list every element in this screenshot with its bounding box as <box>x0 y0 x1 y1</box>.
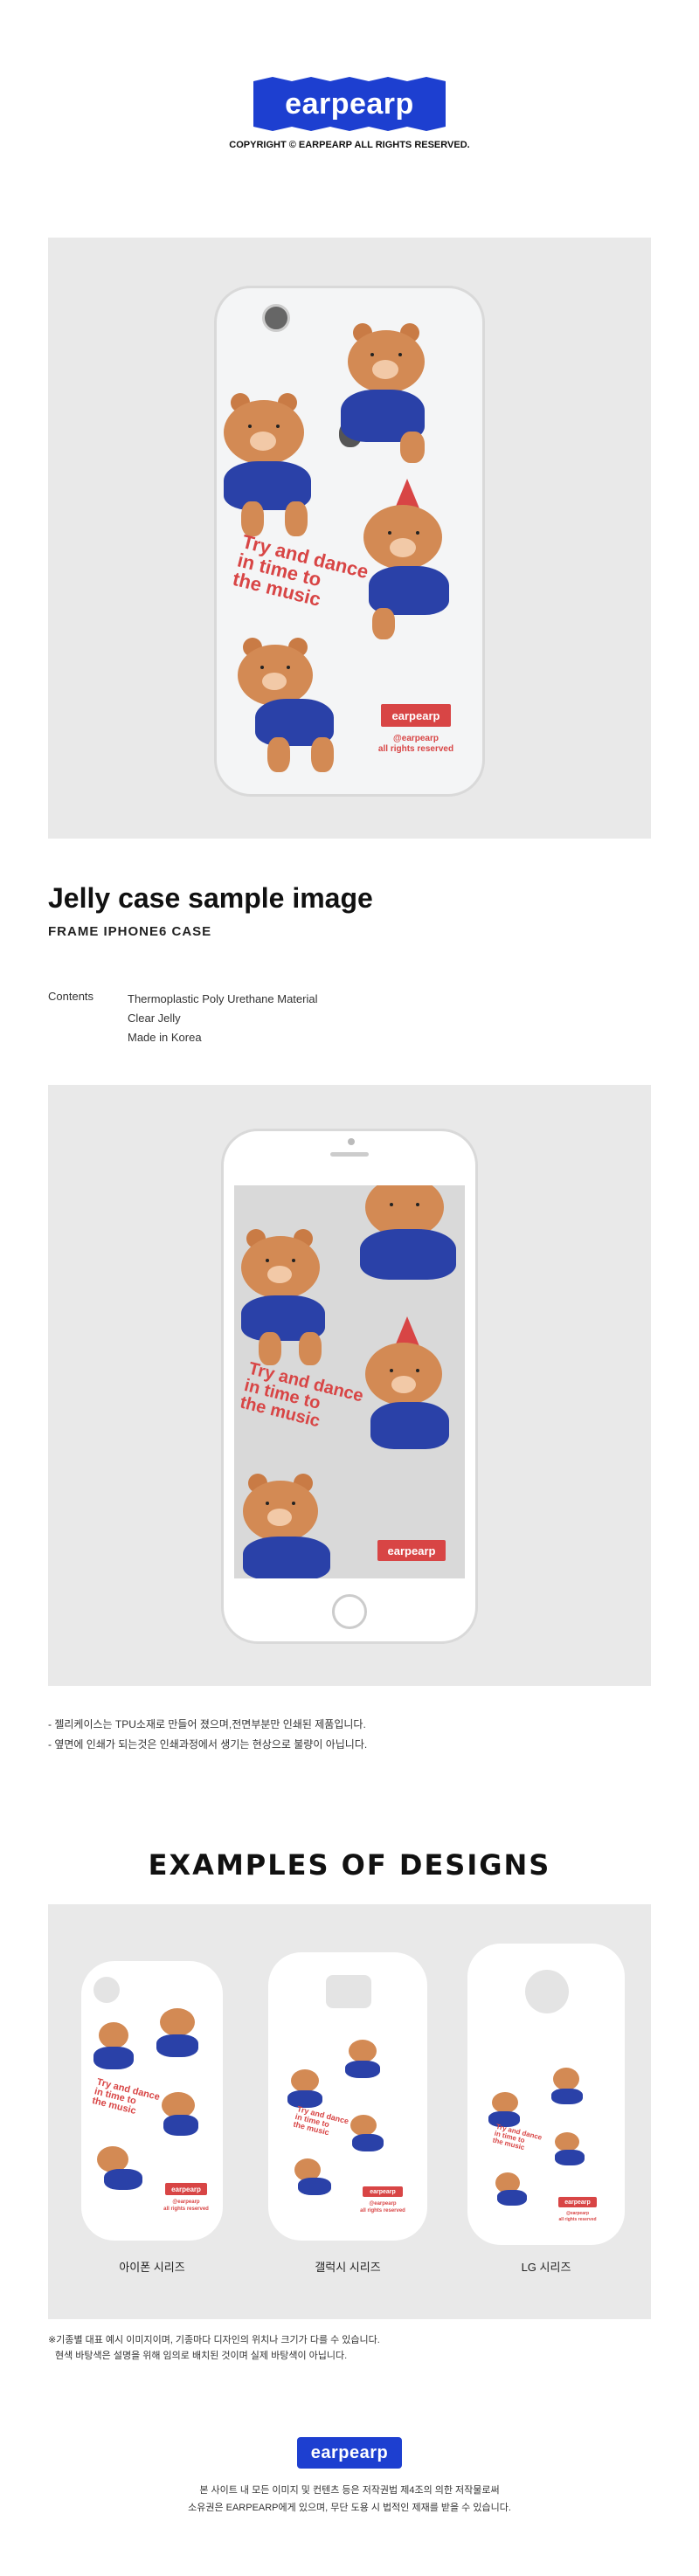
bear-illustration <box>160 2008 195 2036</box>
case-brand-logo: earpearp <box>558 2197 597 2207</box>
footer-logo: earpearp <box>297 2437 402 2469</box>
bear-shirt <box>156 2034 198 2057</box>
artwork-slogan: Try and dance in time to the music <box>293 2104 350 2141</box>
bear-shirt <box>93 2047 134 2069</box>
contents-item: Thermoplastic Poly Urethane Material <box>128 992 318 1005</box>
camera-cutout-icon <box>326 1975 371 2008</box>
example-label-galaxy: 갤럭시 시리즈 <box>315 2261 381 2274</box>
bear-shirt <box>298 2178 331 2195</box>
footer-text: 소유권은 EARPEARP에게 있으며, 무단 도용 시 법적인 제재를 받을 … <box>188 2503 511 2513</box>
case-credit-line: @earpearp <box>393 734 439 743</box>
artwork-slogan: Try and dance in time to the music <box>91 2077 161 2122</box>
example-label-lg: LG 시리즈 <box>521 2261 571 2274</box>
case-brand-logo: earpearp <box>381 704 451 727</box>
case-credit-line: @earpearp <box>369 2201 397 2207</box>
clear-case-image: Try and dance in time to the music earpe… <box>214 286 485 797</box>
bear-illustration <box>349 2040 377 2062</box>
examples-note: ※기종별 대표 예시 이미지이며, 기종마다 디자인의 위치나 크기가 다를 수… <box>48 2335 380 2345</box>
case-credit-line: all rights reserved <box>163 2207 209 2212</box>
case-brand-logo: earpearp <box>165 2183 207 2195</box>
case-credit: @earpearp all rights reserved <box>550 2211 606 2223</box>
care-note: - 젤리케이스는 TPU소재로 만들어 졌으며,전면부분만 인쇄된 제품입니다. <box>48 1718 366 1730</box>
bear-illustration <box>553 2068 579 2090</box>
home-button-icon <box>332 1594 367 1629</box>
case-credit-line: all rights reserved <box>558 2217 597 2222</box>
example-label-iphone: 아이폰 시리즈 <box>119 2261 185 2274</box>
bear-illustration <box>492 2092 518 2113</box>
examples-panel: Try and dance in time to the music earpe… <box>48 1904 651 2319</box>
camera-lens-icon <box>262 304 290 332</box>
contents-list: Thermoplastic Poly Urethane Material Cle… <box>128 990 317 1047</box>
bear-shirt <box>163 2115 198 2136</box>
camera-cutout-icon <box>93 1977 120 2003</box>
case-credit-line: @earpearp <box>172 2200 200 2205</box>
case-brand-logo: earpearp <box>377 1540 446 1561</box>
case-credit: @earpearp all rights reserved <box>156 2199 216 2213</box>
artwork-slogan: Try and dance in time to the music <box>492 2123 543 2155</box>
bear-illustration <box>555 2132 579 2151</box>
bear-illustration <box>291 2069 319 2092</box>
bear-shirt <box>551 2089 583 2104</box>
phone-preview-panel: Try and dance in time to the music earpe… <box>48 1085 651 1686</box>
bear-shirt <box>555 2150 585 2165</box>
phone-with-case-image: Try and dance in time to the music earpe… <box>221 1129 478 1644</box>
copyright-text: COPYRIGHT © EARPEARP ALL RIGHTS RESERVED… <box>229 140 470 150</box>
case-credit: @earpearp all rights reserved <box>354 2200 412 2214</box>
bear-shirt <box>104 2169 142 2190</box>
examples-title: EXAMPLES OF DESIGNS <box>148 1848 551 1882</box>
case-credit-line: all rights reserved <box>360 2208 405 2213</box>
bear-shirt <box>497 2190 527 2206</box>
galaxy-case-example: Try and dance in time to the music earpe… <box>268 1952 427 2241</box>
contents-label: Contents <box>48 990 94 1003</box>
case-credit-line: all rights reserved <box>377 744 454 754</box>
artwork-slogan: Try and dance in time to the music <box>238 1359 365 1440</box>
bear-shirt <box>287 2090 322 2108</box>
contents-item: Made in Korea <box>128 1031 202 1044</box>
page-title: Jelly case sample image <box>48 882 373 914</box>
case-credit: @earpearp all rights reserved <box>372 734 460 755</box>
phone-screen: Try and dance in time to the music earpe… <box>234 1185 465 1578</box>
bear-illustration <box>99 2022 128 2048</box>
speaker-icon <box>330 1152 369 1157</box>
iphone-case-example: Try and dance in time to the music earpe… <box>81 1961 223 2241</box>
front-camera-icon <box>348 1138 355 1145</box>
lg-case-example: Try and dance in time to the music earpe… <box>467 1944 625 2245</box>
bear-illustration <box>350 2115 377 2136</box>
page-subtitle: FRAME IPHONE6 CASE <box>48 924 212 939</box>
contents-item: Clear Jelly <box>128 1012 181 1025</box>
artwork-slogan: Try and dance in time to the music <box>231 530 370 619</box>
bear-shirt <box>345 2061 380 2078</box>
product-image-panel: Try and dance in time to the music earpe… <box>48 238 651 839</box>
bear-shirt <box>352 2134 384 2151</box>
examples-note: 현색 바탕색은 설명을 위해 임의로 배치된 것이며 실제 바탕색이 아닙니다. <box>55 2351 348 2361</box>
camera-cutout-icon <box>525 1970 569 2013</box>
case-credit-line: @earpearp <box>566 2211 589 2216</box>
brand-logo: earpearp <box>253 77 446 131</box>
case-brand-logo: earpearp <box>363 2186 403 2197</box>
care-note: - 옆면에 인쇄가 되는것은 인쇄과정에서 생기는 현상으로 불량이 아닙니다. <box>48 1738 368 1751</box>
footer-text: 본 사이트 내 모든 이미지 및 컨텐츠 등은 저작권법 제4조의 의한 저작물… <box>199 2485 500 2496</box>
